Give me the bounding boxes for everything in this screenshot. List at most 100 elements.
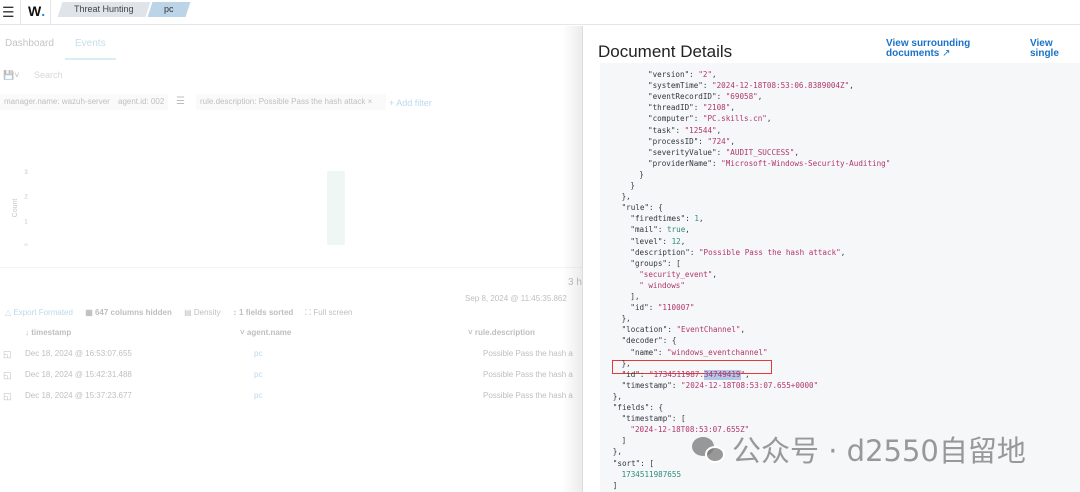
tab-dashboard[interactable]: Dashboard xyxy=(5,38,54,49)
filter-label: rule.description: Possible Pass the hash… xyxy=(200,97,366,106)
json-line: "processID": "724", xyxy=(648,136,735,146)
json-value: "12544" xyxy=(684,125,717,135)
json-key: "id" xyxy=(621,369,640,379)
json-line: "fields": { xyxy=(612,403,664,412)
sort-button[interactable]: ↕ 1 fields sorted xyxy=(233,308,293,317)
flyout-title: Document Details xyxy=(598,42,733,61)
fullscreen-button[interactable]: ⛶ Full screen xyxy=(306,308,353,317)
json-key: }, xyxy=(621,192,631,202)
json-line: "level": 12, xyxy=(630,236,686,246)
tab-events[interactable]: Events xyxy=(65,38,116,60)
json-key: "fields" xyxy=(612,403,650,412)
y-tick-label: 0 xyxy=(24,244,28,246)
json-line: ], xyxy=(630,291,639,302)
json-line: } xyxy=(630,180,635,191)
columns-hidden-button[interactable]: ▦ 647 columns hidden xyxy=(85,308,172,317)
json-line: "name": "windows_eventchannel" xyxy=(630,347,768,357)
json-key: "severityValue" xyxy=(648,147,717,157)
json-value: "2024-12-18T08:53:06.8389004Z" xyxy=(712,81,850,91)
breadcrumb-pc[interactable]: pc xyxy=(147,2,190,17)
json-key: "threadID" xyxy=(648,103,694,113)
y-tick-label: 3 xyxy=(24,170,28,176)
json-key: "mail" xyxy=(630,225,658,235)
expand-row-icon[interactable]: ◱ xyxy=(3,370,12,381)
json-key: "decoder" xyxy=(621,336,663,346)
histogram-bar[interactable] xyxy=(326,171,345,245)
json-line: "decoder": { xyxy=(621,336,677,346)
json-key: "level" xyxy=(630,236,663,246)
json-key: "rule" xyxy=(621,203,650,213)
json-line: }, xyxy=(622,358,631,369)
column-header-timestamp[interactable]: ↓ timestamp xyxy=(25,328,71,337)
wechat-icon xyxy=(692,437,726,465)
json-value: "69058" xyxy=(725,92,758,102)
external-link-icon: ↗ xyxy=(942,48,951,59)
json-line: "groups": [ xyxy=(630,258,681,268)
breadcrumb-label: Threat Hunting xyxy=(74,4,134,14)
flyout-shadow xyxy=(562,26,582,492)
filter-options-icon[interactable]: ☰ xyxy=(176,96,185,107)
density-button[interactable]: ▤ Density xyxy=(184,308,220,317)
close-icon[interactable]: × xyxy=(368,97,373,106)
cell-agent-name[interactable]: pc xyxy=(254,349,262,358)
json-line: }, xyxy=(613,446,622,457)
filter-pill[interactable]: agent.id: 002 xyxy=(114,94,169,110)
sort-label: 1 fields sorted xyxy=(239,308,294,317)
expand-row-icon[interactable]: ◱ xyxy=(3,349,12,360)
json-line: "threadID": "2108", xyxy=(648,103,735,113)
json-key: }, xyxy=(621,314,631,324)
json-line: "rule": { xyxy=(621,203,663,213)
column-header-rule-description[interactable]: ˅ rule.description xyxy=(468,328,535,337)
json-key: "description" xyxy=(630,247,690,257)
expand-row-icon[interactable]: ◱ xyxy=(3,391,12,402)
y-tick-label: 1 xyxy=(24,219,28,225)
fullscreen-label: Full screen xyxy=(313,308,353,317)
json-key: "sort" xyxy=(612,458,641,468)
search-input[interactable]: Search xyxy=(34,70,63,80)
json-line: ] xyxy=(622,435,627,446)
cell-agent-name[interactable]: pc xyxy=(254,391,262,400)
json-line: "timestamp": [ xyxy=(621,414,686,424)
wazuh-logo[interactable]: W. xyxy=(28,3,45,19)
column-header-agent-name[interactable]: ˅ agent.name xyxy=(240,328,291,337)
export-button[interactable]: △ Export Formated xyxy=(5,308,73,317)
top-bar: ☰ W. Threat Hunting pc xyxy=(0,0,1080,25)
add-filter-button[interactable]: + Add filter xyxy=(389,98,432,108)
json-id-value: "1734511987.34749419" xyxy=(649,369,746,379)
json-value: "2108" xyxy=(702,103,731,113)
json-line: }, xyxy=(613,391,622,402)
cell-rule-description: Possible Pass the hash a xyxy=(483,391,573,400)
breadcrumb-threat-hunting[interactable]: Threat Hunting xyxy=(57,2,150,17)
json-line: "location": "EventChannel", xyxy=(621,325,746,335)
cell-agent-name[interactable]: pc xyxy=(254,370,262,379)
json-value: " windows" xyxy=(639,280,685,290)
json-key: }, xyxy=(612,447,622,457)
json-key: ] xyxy=(612,480,618,490)
json-key: "processID" xyxy=(648,136,699,146)
json-value: "windows_eventchannel" xyxy=(666,347,768,357)
json-line: "computer": "PC.skills.cn", xyxy=(648,114,772,124)
save-query-icon[interactable]: 💾˅ xyxy=(3,70,19,81)
y-axis-label: Count xyxy=(12,199,19,218)
json-value: "AUDIT_SUCCESS" xyxy=(725,147,795,157)
filter-pill[interactable]: manager.name: wazuh-server xyxy=(0,94,114,110)
json-line: }, xyxy=(622,191,631,202)
json-line: "systemTime": "2024-12-18T08:53:06.83890… xyxy=(648,81,854,91)
json-line: "eventRecordID": "69058", xyxy=(648,92,763,102)
json-line: "description": "Possible Pass the hash a… xyxy=(630,247,846,257)
json-key: }, xyxy=(612,391,622,401)
json-key: "name" xyxy=(630,347,658,357)
breadcrumb-label: pc xyxy=(164,4,174,14)
json-value: "EventChannel" xyxy=(676,325,741,335)
export-label: Export Formated xyxy=(13,308,73,317)
json-key: "version" xyxy=(648,70,690,79)
json-value: [ xyxy=(681,414,686,424)
view-surrounding-link[interactable]: View surrounding documents ↗ xyxy=(886,39,970,59)
json-line: "task": "12544", xyxy=(648,125,722,135)
menu-icon[interactable]: ☰ xyxy=(2,4,15,21)
json-value: "724" xyxy=(707,136,731,146)
view-single-link[interactable]: View single xyxy=(1030,39,1080,59)
logo-text: W xyxy=(28,3,42,19)
json-line: "severityValue": "AUDIT_SUCCESS", xyxy=(648,147,799,157)
filter-pill[interactable]: rule.description: Possible Pass the hash… xyxy=(196,94,387,110)
